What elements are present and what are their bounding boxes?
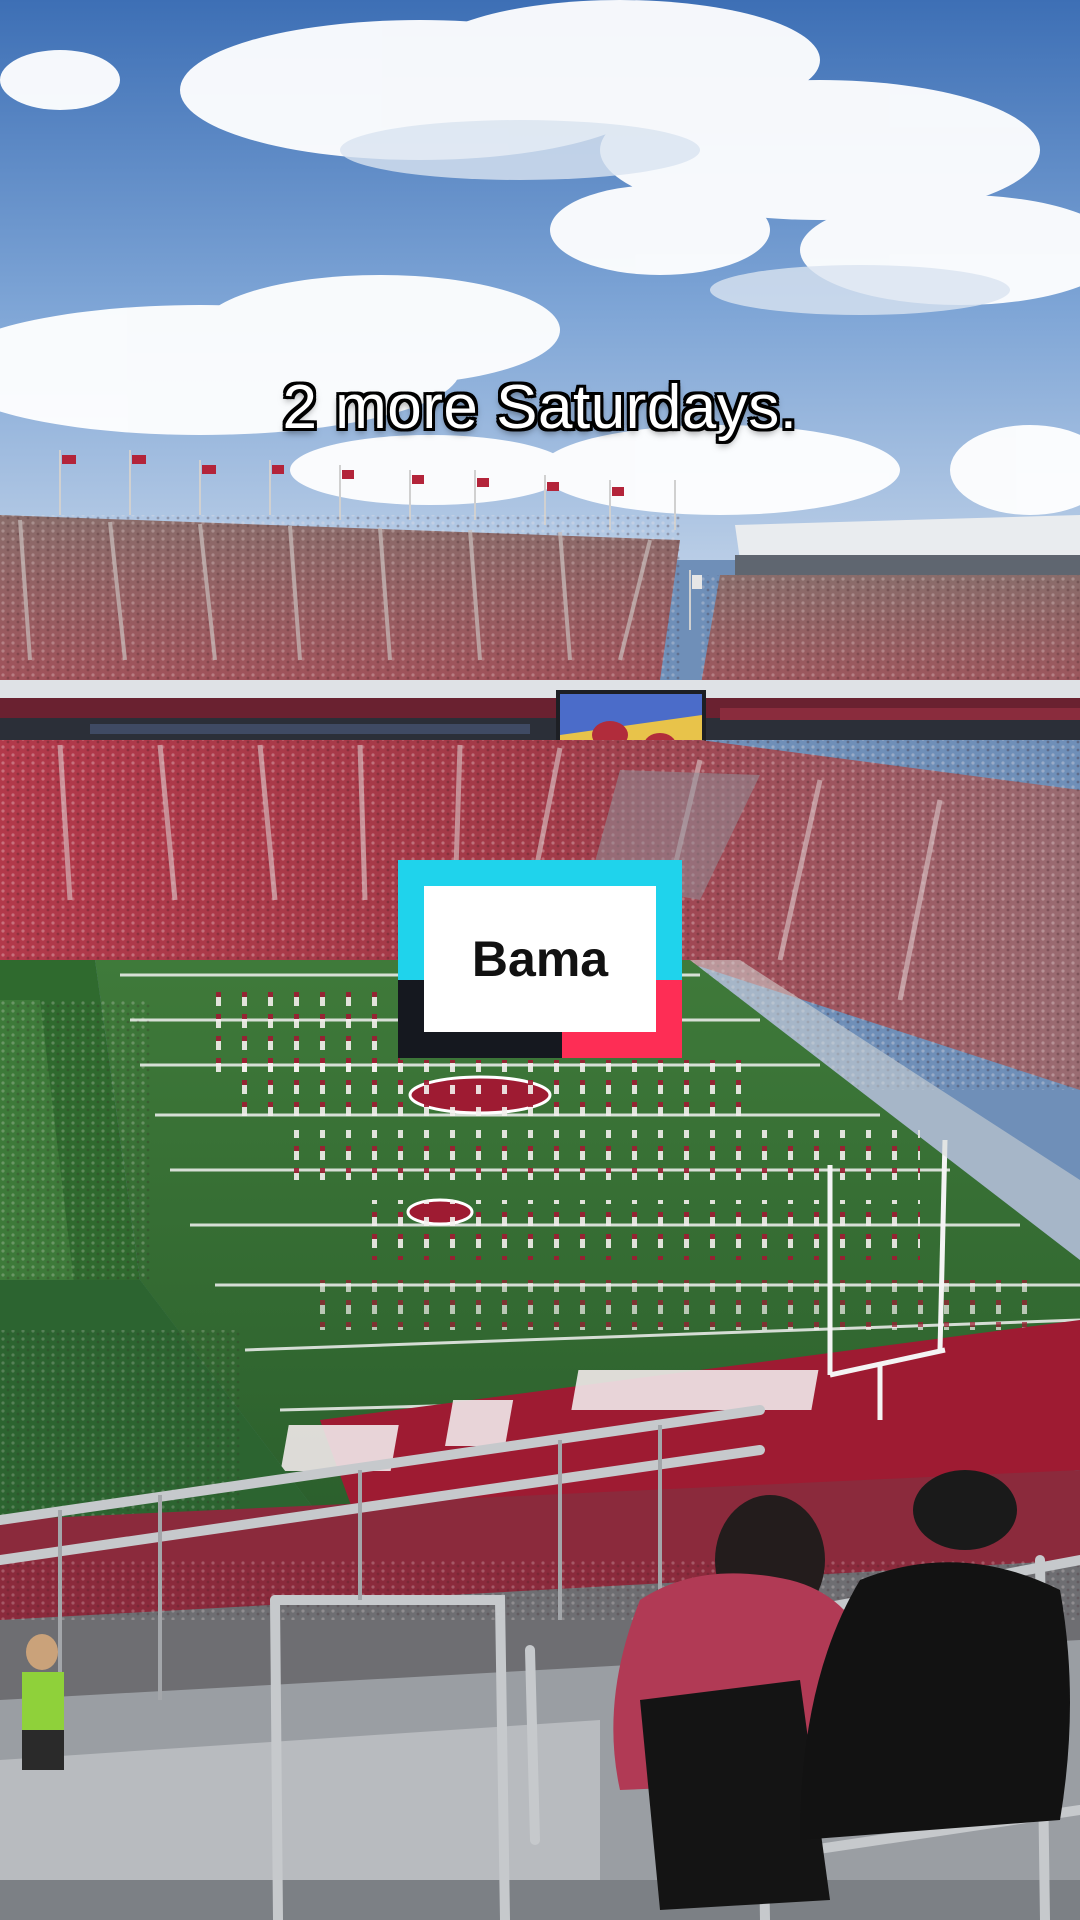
caption-text: 2 more Saturdays. — [282, 373, 798, 442]
sticker-card: Bama — [424, 886, 656, 1032]
video-frame: 2 more Saturdays. Bama — [0, 0, 1080, 1920]
sticker-label: Bama — [471, 931, 609, 987]
bama-sticker: Bama — [398, 860, 682, 1058]
